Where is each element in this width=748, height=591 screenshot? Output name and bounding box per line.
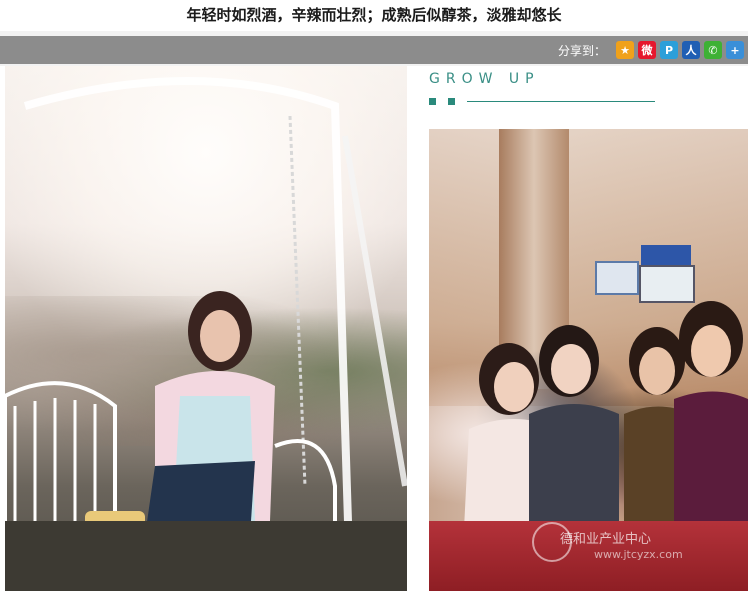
page-headline: 年轻时如烈酒，辛辣而壮烈；成熟后似醇茶，淡雅却悠长 (186, 6, 562, 24)
section-heading: GROW UP (429, 71, 540, 87)
share-bar: 分享到： ★ 微 P 人 ✆ + (406, 36, 748, 64)
photo-group-of-women (429, 129, 748, 591)
qzone-icon[interactable]: ★ (616, 41, 634, 59)
weibo-icon[interactable]: 微 (638, 41, 656, 59)
heading-square-1 (429, 98, 436, 105)
swing-frame (5, 77, 407, 591)
renren-icon[interactable]: 人 (682, 41, 700, 59)
heading-square-2 (448, 98, 455, 105)
photo-woman-on-swing (5, 66, 407, 591)
share-label: 分享到： (557, 43, 606, 58)
wechat-icon[interactable]: ✆ (704, 41, 722, 59)
photo-ground (5, 521, 407, 591)
watermark-url: www.jtcyzx.com (594, 548, 683, 561)
watermark-text: 德和业产业中心 (560, 532, 652, 547)
tencent-weibo-icon[interactable]: P (660, 41, 678, 59)
heading-underline (467, 101, 655, 102)
share-bar-left-band (0, 36, 406, 64)
more-share-icon[interactable]: + (726, 41, 744, 59)
